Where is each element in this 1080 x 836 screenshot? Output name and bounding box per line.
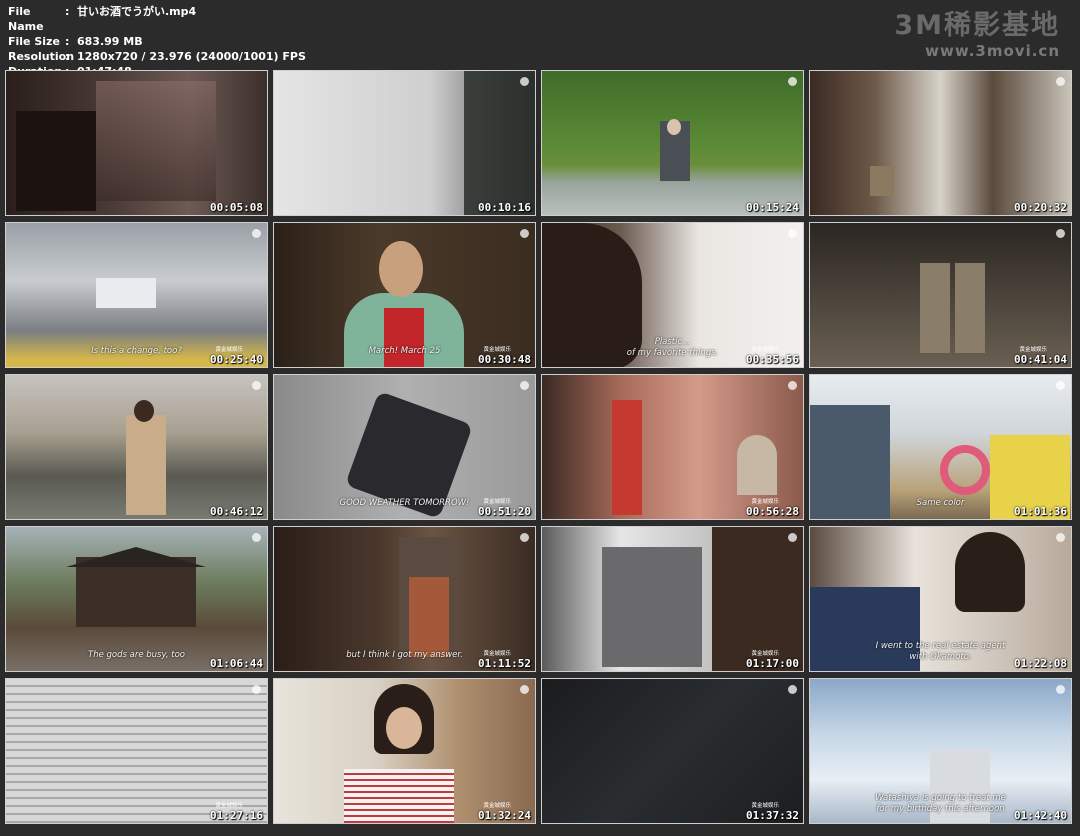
seated-woman (737, 435, 777, 495)
file-size-row: File Size : 683.99 MB (8, 34, 306, 49)
thumbnail-frame[interactable]: 00:15:24 (541, 70, 804, 216)
thumbnail-frame[interactable]: but I think I got my answer. 黄金城娱乐 01:11… (273, 526, 536, 672)
person-silhouette (464, 71, 535, 215)
watermark-title: 3M稀影基地 (894, 10, 1060, 41)
channel-logo-icon (520, 381, 529, 390)
resolution-row: Resolution : 1280x720 / 23.976 (24000/10… (8, 49, 306, 64)
timestamp: 00:20:32 (1014, 201, 1067, 214)
timestamp: 01:32:24 (478, 809, 531, 822)
channel-logo-icon (252, 685, 261, 694)
shrine-building (76, 557, 196, 627)
channel-logo-icon (1056, 533, 1065, 542)
thumbnail-frame[interactable]: 00:05:08 (5, 70, 268, 216)
stairwell-light (96, 278, 156, 308)
thumbnail-frame[interactable]: March! March 25 黄金城娱乐 00:30:48 (273, 222, 536, 368)
thumbnail-frame[interactable]: 00:20:32 (809, 70, 1072, 216)
striped-shirt (344, 769, 454, 823)
channel-logo-icon (520, 685, 529, 694)
swim-ring (940, 445, 990, 495)
bob-hair (955, 532, 1025, 612)
thumbnail-frame[interactable]: 黄金城娱乐 01:27:16 (5, 678, 268, 824)
head (134, 400, 154, 422)
thumbnail-grid: 00:05:08 00:10:16 00:15:24 00:20:32 Is t… (5, 70, 1072, 824)
timestamp: 00:15:24 (746, 201, 799, 214)
thumbnail-frame[interactable]: 00:10:16 (273, 70, 536, 216)
thumbnail-frame[interactable]: Plastic... of my favorite things. 黄金城娱乐 … (541, 222, 804, 368)
thumbnail-frame[interactable]: The gods are busy, too 01:06:44 (5, 526, 268, 672)
channel-logo-icon (788, 533, 797, 542)
channel-logo-icon (252, 229, 261, 238)
timestamp: 01:01:36 (1014, 505, 1067, 518)
file-info-header: File Name : 甘いお酒でうがい.mp4 File Size : 683… (8, 4, 306, 79)
file-name-label: File Name (8, 5, 44, 33)
channel-logo-icon (1056, 77, 1065, 86)
legs (955, 263, 985, 353)
channel-logo-icon (1056, 229, 1065, 238)
timestamp: 01:42:40 (1014, 809, 1067, 822)
thumbnail-frame[interactable]: Watashiya is going to treat me for my bi… (809, 678, 1072, 824)
face (379, 241, 423, 297)
sofa-shape (16, 111, 96, 211)
channel-logo-icon (788, 381, 797, 390)
timestamp: 00:25:40 (210, 353, 263, 366)
thumbnail-frame[interactable]: 黄金城娱乐 01:17:00 (541, 526, 804, 672)
thumbnail-frame[interactable]: 黄金城娱乐 01:37:32 (541, 678, 804, 824)
channel-logo-icon (1056, 381, 1065, 390)
timestamp: 00:30:48 (478, 353, 531, 366)
timestamp: 00:56:28 (746, 505, 799, 518)
timestamp: 00:10:16 (478, 201, 531, 214)
resolution-label: Resolution (8, 50, 75, 63)
channel-logo-icon (520, 533, 529, 542)
thumbnail-frame[interactable]: Same color 01:01:36 (809, 374, 1072, 520)
channel-logo-icon (788, 685, 797, 694)
file-size-label: File Size (8, 35, 60, 48)
thumbnail-frame[interactable]: 00:46:12 (5, 374, 268, 520)
thumbnail-frame[interactable]: 黄金城娱乐 00:41:04 (809, 222, 1072, 368)
wall-frame (870, 166, 894, 196)
room-wall (96, 81, 216, 201)
channel-logo-icon (520, 77, 529, 86)
face (667, 119, 681, 135)
channel-logo-icon (1056, 685, 1065, 694)
timestamp: 00:05:08 (210, 201, 263, 214)
file-size-value: 683.99 MB (77, 35, 143, 48)
timestamp: 00:41:04 (1014, 353, 1067, 366)
thumbnail-frame[interactable]: 黄金城娱乐 00:56:28 (541, 374, 804, 520)
woman-coat (126, 415, 166, 515)
thumbnail-frame[interactable]: GOOD WEATHER TOMORROW! 黄金城娱乐 00:51:20 (273, 374, 536, 520)
thumbnail-frame[interactable]: 黄金城娱乐 01:32:24 (273, 678, 536, 824)
sweater-held (602, 547, 702, 667)
woman-in-mirror (409, 577, 449, 657)
timestamp: 01:27:16 (210, 809, 263, 822)
thumbnail-frame[interactable]: Is this a change, too? 黄金城娱乐 00:25:40 (5, 222, 268, 368)
file-name-row: File Name : 甘いお酒でうがい.mp4 (8, 4, 306, 34)
file-name-value: 甘いお酒でうがい.mp4 (77, 5, 197, 18)
timestamp: 01:06:44 (210, 657, 263, 670)
woman-red-dress (612, 400, 642, 515)
channel-logo-icon (252, 381, 261, 390)
watermark-url: www.3movi.cn (925, 42, 1060, 60)
red-shirt (384, 308, 424, 367)
timestamp: 01:11:52 (478, 657, 531, 670)
legs (920, 263, 950, 353)
channel-logo-icon (520, 229, 529, 238)
separator: : (65, 5, 70, 18)
channel-logo-icon (788, 77, 797, 86)
thumbnail-frame[interactable]: I went to the real estate agent with Oka… (809, 526, 1072, 672)
timestamp: 01:22:08 (1014, 657, 1067, 670)
site-watermark: 3M稀影基地 www.3movi.cn (894, 10, 1060, 60)
timestamp: 01:37:32 (746, 809, 799, 822)
timestamp: 01:17:00 (746, 657, 799, 670)
timestamp: 00:51:20 (478, 505, 531, 518)
separator: : (65, 35, 70, 48)
separator: : (65, 50, 70, 63)
channel-logo-icon (252, 533, 261, 542)
face (386, 707, 422, 749)
resolution-value: 1280x720 / 23.976 (24000/1001) FPS (77, 50, 306, 63)
timestamp: 00:35:56 (746, 353, 799, 366)
timestamp: 00:46:12 (210, 505, 263, 518)
channel-logo-icon (788, 229, 797, 238)
